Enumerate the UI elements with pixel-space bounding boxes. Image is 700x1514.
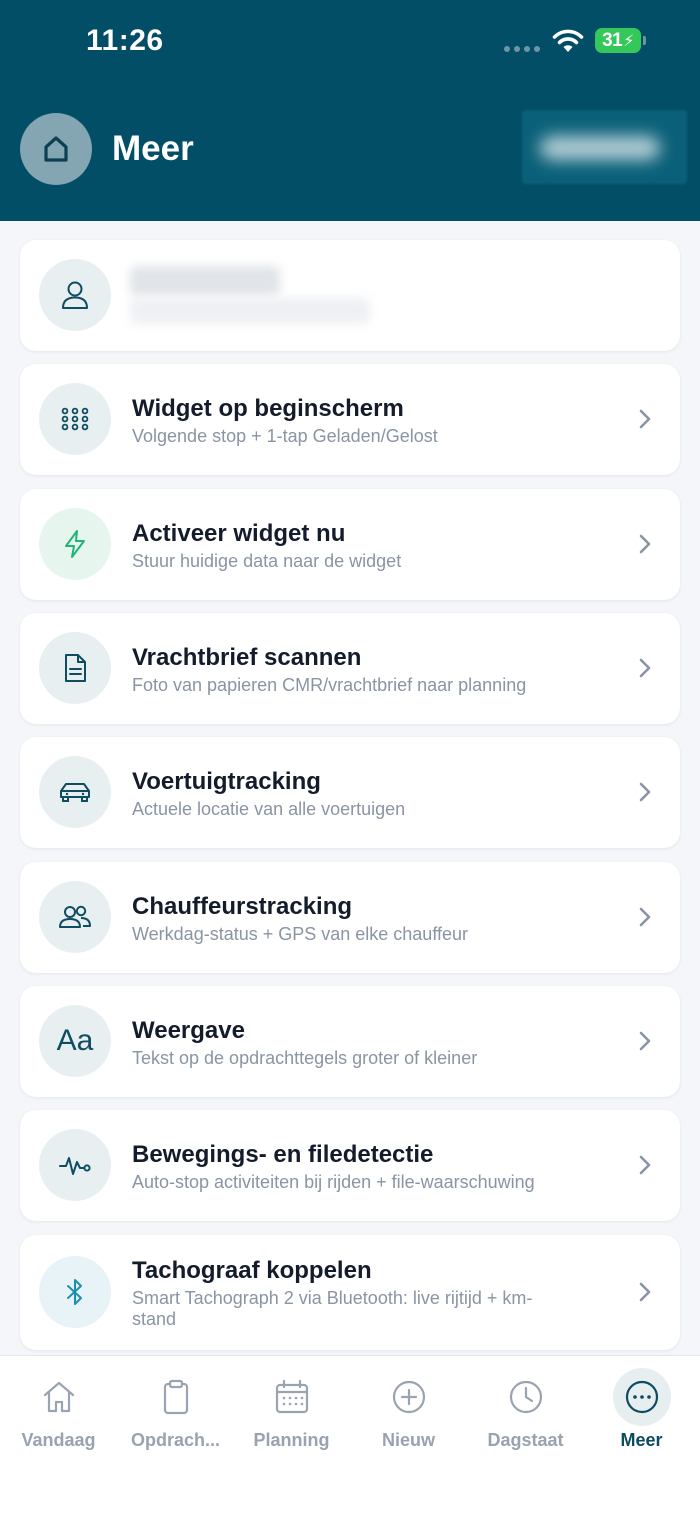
clock-icon [509,1380,542,1414]
menu-item-icon-wrap [39,632,111,704]
tab-label: Dagstaat [487,1430,564,1450]
menu-item-title: Bewegings- en filedetectie [132,1141,434,1168]
home-icon [44,136,68,162]
menu-item-subtitle: Actuele locatie van alle voertuigen [132,799,406,819]
chevron-right-icon [639,658,651,678]
menu-item-title: Chauffeurstracking [132,893,353,920]
chevron-right-icon [639,534,651,554]
tab-dagstaat[interactable]: Dagstaat [467,1356,584,1466]
more-icon [625,1380,658,1414]
tab-label: Opdrach... [130,1430,220,1450]
menu-item-title: Vrachtbrief scannen [132,644,362,671]
tab-nieuw[interactable]: Nieuw [350,1356,467,1466]
menu-item-widget-op-beginscherm[interactable]: Widget op beginscherm Volgende stop + 1-… [20,364,680,475]
status-time: 11:26 [86,24,164,57]
tab-label: Meer [620,1430,663,1450]
menu-item-title: Voertuigtracking [132,768,321,795]
clipboard-icon [163,1379,188,1415]
menu-item-bewegings-en-filedetectie[interactable]: Bewegings- en filedetectie Auto-stop act… [20,1110,680,1221]
menu-item-subtitle: Werkdag-status + GPS van elke chauffeur [132,924,469,944]
menu-item-icon-wrap [39,383,111,455]
menu-item-weergave[interactable]: Aa Weergave Tekst op de opdrachttegels g… [20,986,680,1097]
chevron-right-icon [639,409,651,429]
menu-item-title: Weergave [132,1017,245,1044]
menu-item-icon-wrap: Aa [39,1005,111,1077]
menu-item-icon-wrap [39,881,111,953]
menu-item-subtitle: Tekst op de opdrachttegels groter of kle… [132,1048,478,1068]
text-size-icon: Aa [56,1024,94,1057]
home-icon [43,1381,74,1413]
menu-item-vrachtbrief-scannen[interactable]: Vrachtbrief scannen Foto van papieren CM… [20,613,680,724]
grid-dots-icon [61,407,89,431]
user-icon [62,281,88,309]
lightning-icon [65,530,85,558]
battery-level: 31 [602,29,623,51]
menu-item-subtitle: Volgende stop + 1-tap Geladen/Gelost [132,426,438,446]
menu-item-title: Tachograaf koppelen [132,1257,372,1284]
menu-item-voertuigtracking[interactable]: Voertuigtracking Actuele locatie van all… [20,737,680,848]
cellular-signal-icon [504,46,540,52]
plus-circle-icon [392,1380,425,1414]
activity-icon [59,1157,91,1175]
chevron-right-icon [639,1282,651,1302]
menu-item-icon-wrap [39,508,111,580]
menu-item-icon-wrap [39,1256,111,1328]
battery-icon: 31 ⚡ [595,28,647,53]
menu-item-activeer-widget-nu[interactable]: Activeer widget nu Stuur huidige data na… [20,489,680,600]
home-button[interactable] [20,113,92,185]
tab-planning[interactable]: Planning [233,1356,350,1466]
menu-item-chauffeurstracking[interactable]: Chauffeurstracking Werkdag-status + GPS … [20,862,680,973]
tab-label: Vandaag [21,1430,96,1450]
profile-detail-redacted [130,298,370,324]
menu-item-subtitle: Foto van papieren CMR/vrachtbrief naar p… [132,675,527,695]
tab-vandaag[interactable]: Vandaag [0,1356,117,1466]
menu-item-title: Activeer widget nu [132,520,346,547]
tab-label: Nieuw [381,1430,435,1450]
page-title: Meer [112,129,194,168]
tab-opdrachten[interactable]: Opdrach... [117,1356,234,1466]
menu-item-subtitle: Stuur huidige data naar de widget [132,551,402,571]
header-redacted-content [522,110,687,184]
chevron-right-icon [639,1155,651,1175]
car-icon [60,783,90,802]
bluetooth-icon [67,1279,82,1305]
calendar-icon [275,1379,308,1414]
chevron-right-icon [639,782,651,802]
header: 11:26 31 ⚡ Meer [0,0,700,221]
users-icon [59,905,91,928]
menu-item-tachograaf-koppelen[interactable]: Tachograaf koppelen Smart Tachograph 2 v… [20,1235,680,1350]
tab-bar: Vandaag Opdrach... Planning Nieuw Dagsta… [0,1355,700,1514]
profile-icon-wrap [39,259,111,331]
menu-item-title: Widget op beginscherm [132,395,404,422]
document-icon [65,654,86,682]
tab-meer[interactable]: Meer [583,1356,700,1466]
chevron-right-icon [639,1031,651,1051]
profile-card[interactable] [20,240,680,351]
menu-item-icon-wrap [39,756,111,828]
menu-item-icon-wrap [39,1129,111,1201]
wifi-icon [552,29,584,52]
chevron-right-icon [639,907,651,927]
menu-item-subtitle: Smart Tachograph 2 via Bluetooth: live r… [132,1288,533,1329]
menu-item-subtitle: Auto-stop activiteiten bij rijden + file… [132,1172,535,1192]
profile-name-redacted [130,266,280,296]
tab-label: Planning [253,1430,330,1450]
